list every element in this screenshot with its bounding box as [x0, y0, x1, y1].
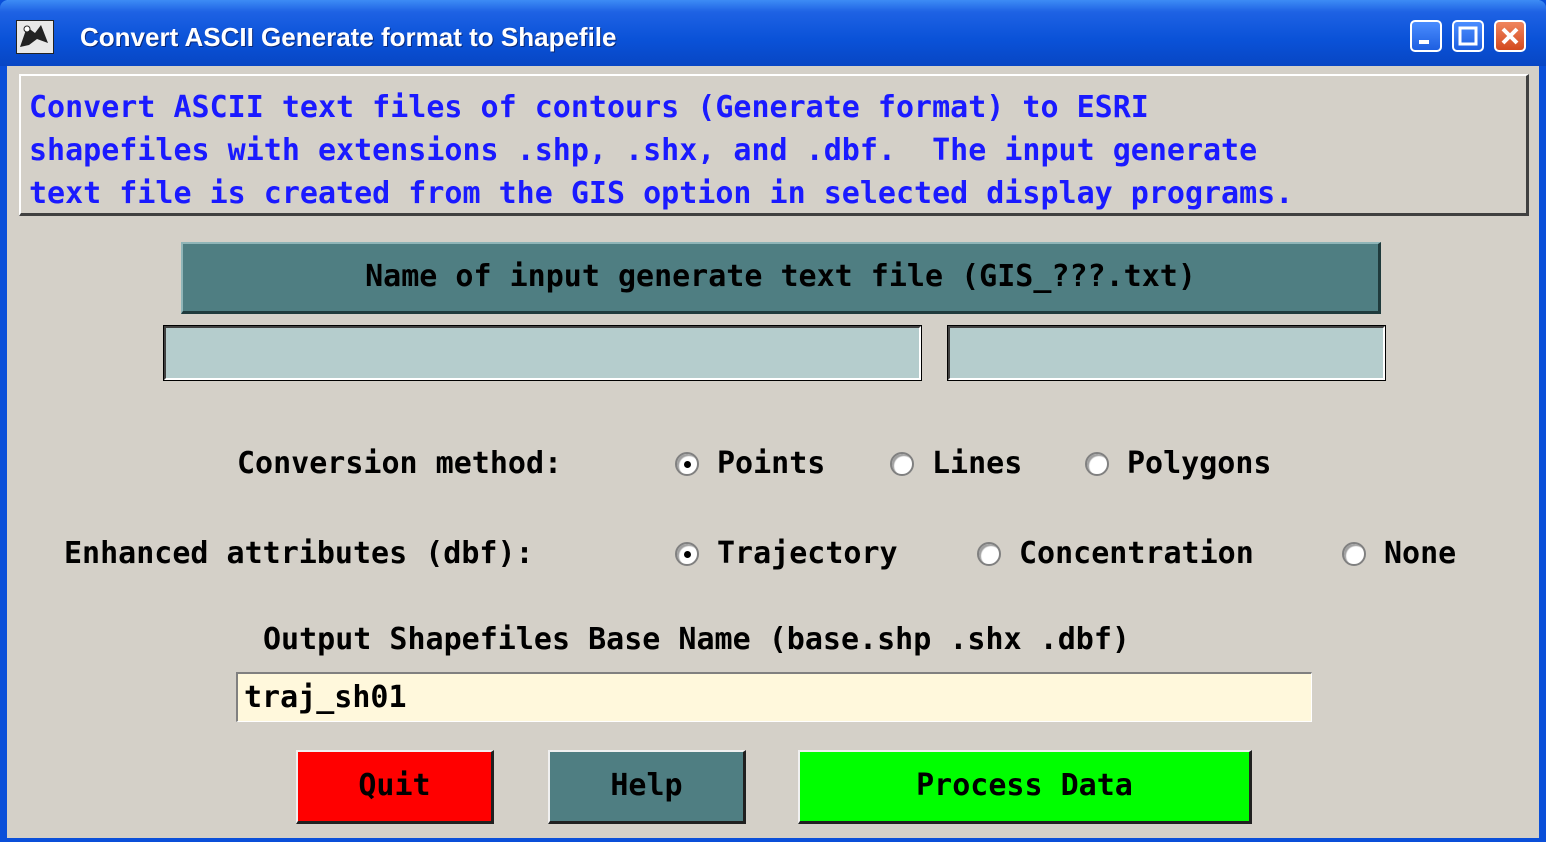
- radio-trajectory[interactable]: Trajectory: [675, 536, 898, 571]
- description-line: shapefiles with extensions .shp, .shx, a…: [29, 133, 1258, 168]
- conversion-method-label: Conversion method:: [237, 446, 563, 481]
- input-filename-field[interactable]: [947, 325, 1386, 381]
- app-icon[interactable]: [16, 20, 54, 54]
- input-filename-input[interactable]: [950, 328, 1383, 378]
- process-data-button[interactable]: Process Data: [798, 750, 1252, 824]
- radio-unselected-icon: [1085, 451, 1109, 476]
- radio-points[interactable]: Points: [675, 446, 825, 481]
- radio-selected-icon: [675, 451, 699, 476]
- close-button[interactable]: [1494, 20, 1526, 52]
- quit-button[interactable]: Quit: [296, 750, 494, 824]
- radio-selected-icon: [675, 541, 699, 566]
- radio-unselected-icon: [890, 451, 914, 476]
- help-button[interactable]: Help: [548, 750, 746, 824]
- window-title: Convert ASCII Generate format to Shapefi…: [80, 22, 617, 52]
- radio-polygons[interactable]: Polygons: [1085, 446, 1272, 481]
- radio-unselected-icon: [1342, 541, 1366, 566]
- output-basename-field[interactable]: [236, 672, 1312, 722]
- dialog-window: Convert ASCII Generate format to Shapefi…: [0, 0, 1546, 842]
- radio-unselected-icon: [977, 541, 1001, 566]
- input-directory-input[interactable]: [166, 328, 919, 378]
- minimize-button[interactable]: [1410, 20, 1442, 52]
- description-line: Convert ASCII text files of contours (Ge…: [29, 90, 1149, 125]
- enhanced-attributes-label: Enhanced attributes (dbf):: [64, 536, 534, 571]
- radio-trajectory-label: Trajectory: [717, 536, 898, 571]
- radio-none-label: None: [1384, 536, 1457, 571]
- minimize-icon: [1419, 40, 1429, 44]
- description-line: text file is created from the GIS option…: [29, 176, 1294, 211]
- output-basename-input[interactable]: [238, 674, 1311, 721]
- maximize-button[interactable]: [1452, 20, 1484, 52]
- radio-polygons-label: Polygons: [1127, 446, 1272, 481]
- radio-none[interactable]: None: [1342, 536, 1456, 571]
- input-directory-field[interactable]: [163, 325, 922, 381]
- radio-concentration-label: Concentration: [1019, 536, 1254, 571]
- title-bar[interactable]: Convert ASCII Generate format to Shapefi…: [0, 0, 1546, 66]
- radio-lines[interactable]: Lines: [890, 446, 1022, 481]
- description-panel: Convert ASCII text files of contours (Ge…: [19, 74, 1529, 216]
- radio-points-label: Points: [717, 446, 826, 481]
- input-file-button[interactable]: Name of input generate text file (GIS_??…: [181, 242, 1381, 314]
- maximize-icon: [1458, 26, 1478, 46]
- radio-concentration[interactable]: Concentration: [977, 536, 1254, 571]
- close-icon: [1501, 27, 1519, 45]
- radio-lines-label: Lines: [932, 446, 1023, 481]
- output-basename-label: Output Shapefiles Base Name (base.shp .s…: [263, 622, 1130, 657]
